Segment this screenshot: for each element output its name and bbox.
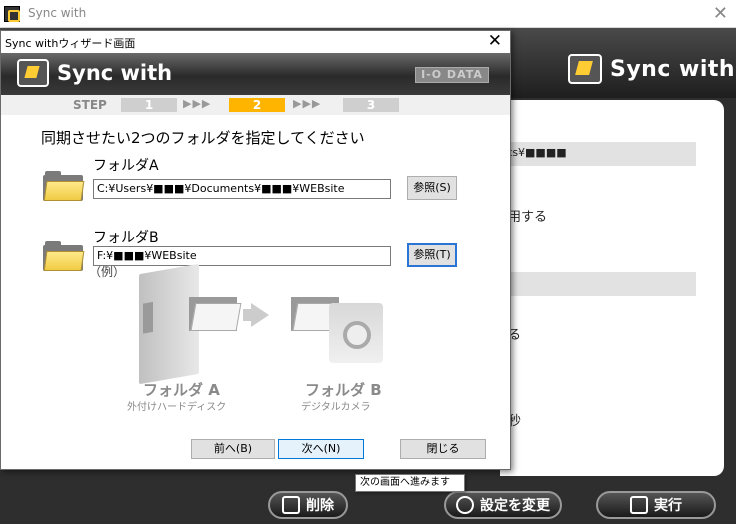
main-close-icon[interactable]: ✕ [713, 3, 728, 24]
folder-b-icon [43, 241, 85, 271]
wrench-icon [456, 496, 474, 514]
panel-path-text: ts¥■■■■ [508, 146, 567, 159]
panel-text-use: 用する [508, 210, 548, 225]
next-button[interactable]: 次へ(N) [278, 439, 364, 459]
wizard-header: Sync with I-O DATA [1, 53, 510, 95]
folder-a-icon [43, 171, 85, 201]
maker-logo: I-O DATA [415, 67, 489, 83]
change-settings-label: 設定を変更 [480, 498, 550, 514]
back-button[interactable]: 前へ(B) [191, 439, 275, 459]
run-icon [630, 496, 648, 514]
chart-icon [282, 496, 300, 514]
main-settings-panel: ts¥■■■■ 用する る 秒 [500, 100, 724, 476]
folder-b-label: フォルダB [93, 230, 159, 246]
browse-a-button[interactable]: 参照(S) [407, 176, 457, 200]
wizard-brand-text: Sync with [57, 61, 173, 85]
sync-logo-icon [17, 59, 49, 87]
camera-illustration [329, 303, 383, 363]
arrow-right-icon [251, 303, 269, 327]
folder-a-path-input[interactable]: C:¥Users¥■■■¥Documents¥■■■¥WEBsite [93, 179, 391, 199]
example-label: （例） [89, 265, 126, 279]
step-indicator: STEP 1 ▶▶▶ 2 ▶▶▶ 3 [1, 95, 510, 115]
change-settings-button[interactable]: 設定を変更 [444, 491, 562, 519]
example-folder-a-sub: 外付けハードディスク [127, 402, 227, 413]
example-folder-b-sub: デジタルカメラ [301, 402, 371, 413]
example-folder-b-caption: フォルダ B [305, 381, 382, 399]
step-2-active: 2 [229, 98, 285, 112]
main-window-title: Sync with [28, 6, 87, 20]
wizard-titlebar: Sync withウィザード画面 ✕ [1, 31, 510, 53]
folder-b-path-input[interactable]: F:¥■■■¥WEBsite [93, 246, 391, 266]
step-3: 3 [343, 98, 399, 112]
main-titlebar: Sync with ✕ [0, 0, 736, 28]
app-icon [4, 6, 20, 22]
sync-logo-icon [568, 54, 602, 84]
run-button[interactable]: 実行 [596, 491, 716, 519]
delete-button-label: 削除 [306, 498, 334, 514]
instruction-text: 同期させたい2つのフォルダを指定してください [41, 129, 365, 147]
step-1: 1 [121, 98, 177, 112]
step-label: STEP [73, 98, 107, 112]
delete-button[interactable]: 削除 [268, 491, 348, 519]
wizard-close-icon[interactable]: ✕ [488, 31, 502, 51]
close-button[interactable]: 閉じる [400, 439, 486, 459]
step-arrows-icon: ▶▶▶ [183, 97, 212, 110]
wizard-title: Sync withウィザード画面 [5, 37, 136, 50]
wizard-dialog: Sync withウィザード画面 ✕ Sync with I-O DATA ST… [0, 30, 511, 470]
next-button-tooltip: 次の画面へ進みます [355, 474, 465, 492]
main-brand-text: Sync with [610, 56, 736, 82]
folder-illustration-a [189, 293, 242, 333]
browse-b-button[interactable]: 参照(T) [407, 243, 457, 267]
panel-row-bar [500, 272, 696, 296]
example-folder-a-caption: フォルダ A [143, 381, 220, 399]
folder-a-label: フォルダA [93, 158, 159, 174]
step-arrows-icon: ▶▶▶ [293, 97, 322, 110]
run-button-label: 実行 [654, 498, 682, 514]
main-brand: Sync with [568, 54, 735, 84]
